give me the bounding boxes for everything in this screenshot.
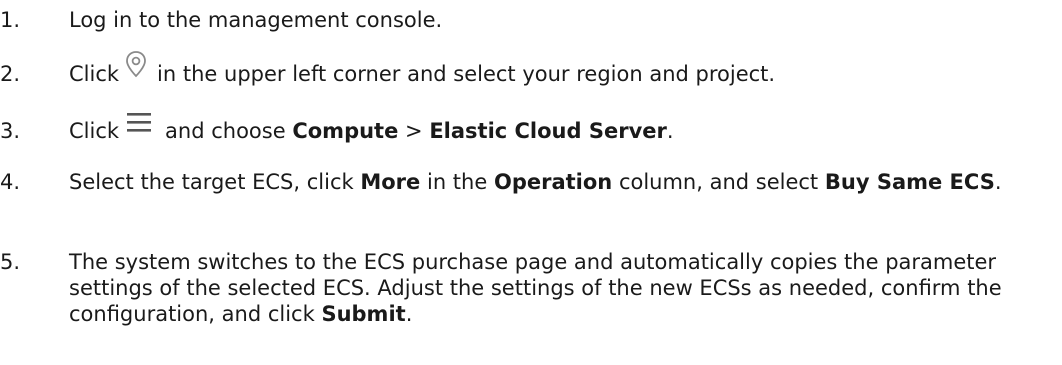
elastic-cloud-server-label: Elastic Cloud Server bbox=[429, 119, 667, 143]
step-3-choose-text: and choose bbox=[165, 119, 286, 143]
step-4-text-a: Select the target ECS, click bbox=[69, 170, 354, 194]
step-4-text-b: in the bbox=[426, 170, 488, 194]
step-number: 3. bbox=[0, 119, 21, 143]
hamburger-menu-icon bbox=[125, 108, 153, 138]
compute-label: Compute bbox=[292, 119, 399, 143]
procedure-steps: 1. Log in to the management console. 2. … bbox=[0, 0, 1062, 365]
step-1-text: Log in to the management console. bbox=[69, 8, 443, 32]
step-3-click-text: Click bbox=[69, 119, 120, 143]
step-number: 5. bbox=[0, 250, 21, 274]
more-label: More bbox=[360, 170, 421, 194]
step-number: 1. bbox=[0, 8, 21, 32]
step-text: Log in to the management console. bbox=[69, 7, 1042, 33]
step-text: Select the target ECS, click More in the… bbox=[69, 169, 1042, 195]
path-separator: > bbox=[405, 119, 423, 143]
step-number: 4. bbox=[0, 170, 21, 194]
location-pin-icon bbox=[123, 49, 149, 79]
step-text: Click and choose Compute > Elastic Cloud … bbox=[69, 113, 1042, 144]
step-5-period: . bbox=[405, 302, 413, 326]
step-text: The system switches to the ECS purchase … bbox=[69, 249, 1042, 327]
step-number: 2. bbox=[0, 62, 21, 86]
step-4-text-c: column, and select bbox=[618, 170, 819, 194]
submit-label: Submit bbox=[321, 302, 406, 326]
step-2-rest-text: in the upper left corner and select your… bbox=[157, 62, 776, 86]
buy-same-ecs-label: Buy Same ECS bbox=[824, 170, 995, 194]
operation-label: Operation bbox=[493, 170, 613, 194]
step-5-text: The system switches to the ECS purchase … bbox=[69, 250, 1002, 326]
step-3-period: . bbox=[666, 119, 674, 143]
step-2-click-text: Click bbox=[69, 62, 120, 86]
step-text: Click in the upper left corner and select… bbox=[69, 51, 1042, 87]
step-4-period: . bbox=[994, 170, 1002, 194]
